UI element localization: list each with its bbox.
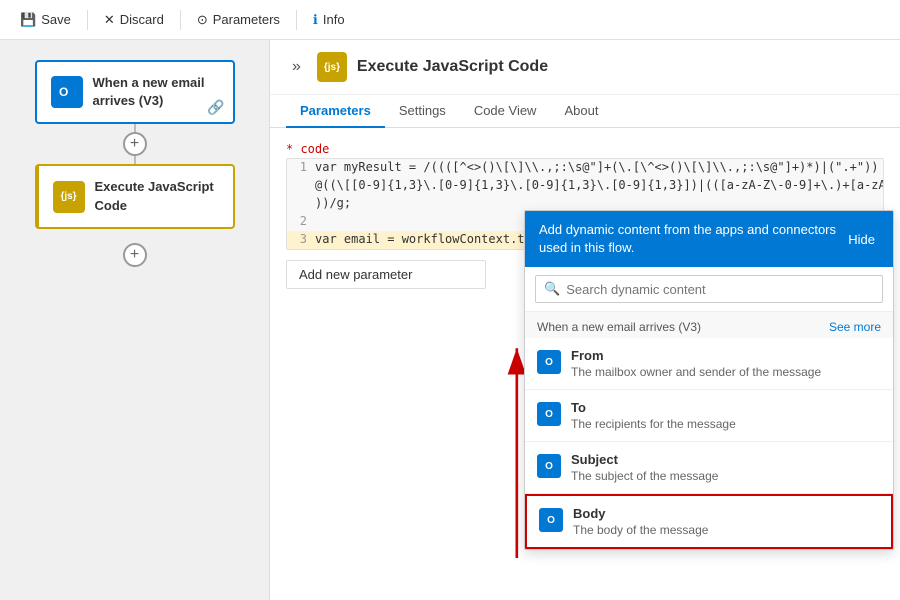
body-title: Body <box>573 506 708 521</box>
dynamic-items-list: O From The mailbox owner and sender of t… <box>525 338 893 549</box>
discard-button[interactable]: ✕ Discard <box>96 8 172 32</box>
body-desc: The body of the message <box>573 523 708 537</box>
from-title: From <box>571 348 821 363</box>
dynamic-item-subject[interactable]: O Subject The subject of the message <box>525 442 893 494</box>
dynamic-content-panel: Add dynamic content from the apps and co… <box>524 210 894 550</box>
dynamic-item-from[interactable]: O From The mailbox owner and sender of t… <box>525 338 893 390</box>
flow-line-2 <box>134 156 136 164</box>
panel-js-icon: {js} <box>317 52 347 82</box>
parameters-icon: ⊙ <box>197 12 208 28</box>
tab-about[interactable]: About <box>550 95 612 128</box>
dynamic-item-body[interactable]: O Body The body of the message <box>525 494 893 549</box>
from-desc: The mailbox owner and sender of the mess… <box>571 365 821 379</box>
hide-button[interactable]: Hide <box>844 232 879 247</box>
js-icon: {js} <box>53 181 85 213</box>
body-icon: O <box>539 508 563 532</box>
js-card-text: Execute JavaScript Code <box>95 178 219 214</box>
main-layout: O When a new email arrives (V3) 🔗 + {js}… <box>0 40 900 600</box>
dynamic-search-input[interactable] <box>566 282 874 297</box>
info-button[interactable]: ℹ Info <box>305 8 353 32</box>
save-icon: 💾 <box>20 12 36 28</box>
toolbar-separator-3 <box>296 10 297 30</box>
dynamic-item-to[interactable]: O To The recipients for the message <box>525 390 893 442</box>
toolbar: 💾 Save ✕ Discard ⊙ Parameters ℹ Info <box>0 0 900 40</box>
expand-button[interactable]: » <box>286 56 307 78</box>
discard-icon: ✕ <box>104 12 115 28</box>
subject-desc: The subject of the message <box>571 469 718 483</box>
dynamic-header: Add dynamic content from the apps and co… <box>525 211 893 267</box>
code-label: * code <box>270 136 900 158</box>
right-panel: » {js} Execute JavaScript Code Parameter… <box>270 40 900 600</box>
dynamic-search-area: 🔍 <box>525 267 893 312</box>
add-step-plus-1[interactable]: + <box>123 132 147 156</box>
flow-line <box>134 124 136 132</box>
info-circle-icon: ℹ <box>313 12 318 28</box>
left-panel: O When a new email arrives (V3) 🔗 + {js}… <box>0 40 270 600</box>
save-button[interactable]: 💾 Save <box>12 8 79 32</box>
see-more-button[interactable]: See more <box>829 320 881 334</box>
outlook-icon: O <box>51 76 83 108</box>
to-title: To <box>571 400 736 415</box>
add-new-parameter-button[interactable]: Add new parameter <box>286 260 486 289</box>
code-line-1b: @((\[[0-9]{1,3}\.[0-9]{1,3}\.[0-9]{1,3}\… <box>287 177 883 195</box>
js-action-card[interactable]: {js} Execute JavaScript Code <box>35 164 235 228</box>
tab-parameters[interactable]: Parameters <box>286 95 385 128</box>
toolbar-separator-2 <box>180 10 181 30</box>
add-step-plus-2[interactable]: + <box>123 243 147 267</box>
subject-icon: O <box>537 454 561 478</box>
panel-title: Execute JavaScript Code <box>357 58 548 76</box>
subject-title: Subject <box>571 452 718 467</box>
toolbar-separator <box>87 10 88 30</box>
svg-text:O: O <box>59 85 68 99</box>
link-icon: 🔗 <box>207 99 224 116</box>
to-desc: The recipients for the message <box>571 417 736 431</box>
dynamic-header-text: Add dynamic content from the apps and co… <box>539 221 844 257</box>
to-icon: O <box>537 402 561 426</box>
tab-settings[interactable]: Settings <box>385 95 460 128</box>
search-icon: 🔍 <box>544 281 560 297</box>
dynamic-section-label: When a new email arrives (V3) See more <box>525 312 893 338</box>
tab-code-view[interactable]: Code View <box>460 95 551 128</box>
panel-header: » {js} Execute JavaScript Code <box>270 40 900 95</box>
trigger-card-text: When a new email arrives (V3) <box>93 74 219 110</box>
search-box: 🔍 <box>535 275 883 303</box>
from-icon: O <box>537 350 561 374</box>
parameters-button[interactable]: ⊙ Parameters <box>189 8 288 32</box>
flow-connector-1: + <box>123 124 147 164</box>
code-line-1: 1 var myResult = /((([^<>()\[\]\\.,;:\s@… <box>287 159 883 177</box>
trigger-card[interactable]: O When a new email arrives (V3) 🔗 <box>35 60 235 124</box>
tab-bar: Parameters Settings Code View About <box>270 95 900 128</box>
